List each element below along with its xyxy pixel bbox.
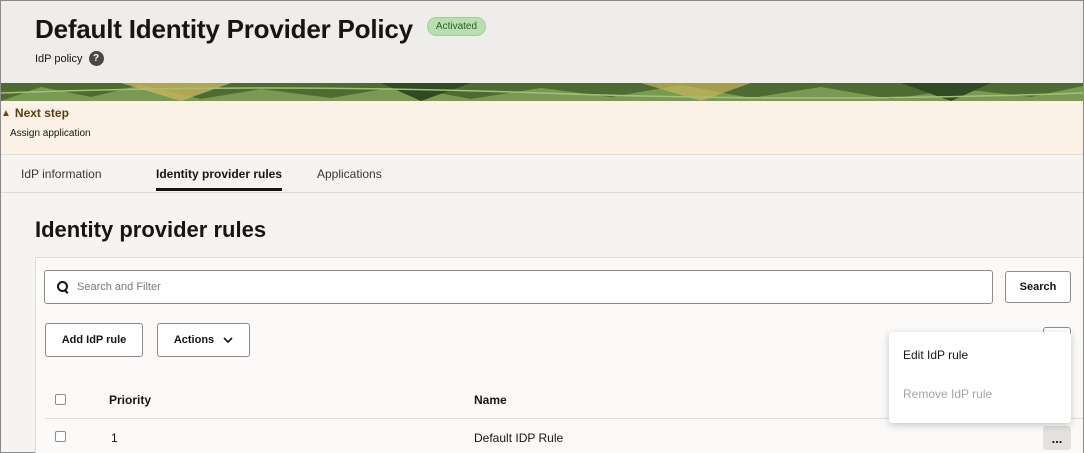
select-all-checkbox[interactable] <box>55 394 66 405</box>
row-actions-button[interactable]: ... <box>1043 426 1071 450</box>
row-name[interactable]: Default IDP Rule <box>474 431 563 445</box>
status-badge: Activated <box>426 17 487 36</box>
next-step-banner: ▲ Next step Assign application <box>1 101 1083 155</box>
tab-applications[interactable]: Applications <box>317 167 382 181</box>
column-header-priority: Priority <box>109 393 152 407</box>
row-checkbox[interactable] <box>55 431 66 442</box>
tab-identity-provider-rules[interactable]: Identity provider rules <box>156 167 283 191</box>
tab-bar: IdP information Identity provider rules … <box>1 155 1083 193</box>
warning-icon: ▲ <box>1 107 11 119</box>
section-title: Identity provider rules <box>35 217 267 242</box>
row-priority: 1 <box>111 431 118 445</box>
next-step-title: Next step <box>14 106 69 120</box>
menu-item-edit-idp-rule[interactable]: Edit IdP rule <box>903 348 968 362</box>
help-icon[interactable]: ? <box>88 51 104 66</box>
page-title: Default Identity Provider Policy <box>35 14 413 44</box>
search-placeholder: Search and Filter <box>77 281 161 293</box>
add-idp-rule-button[interactable]: Add IdP rule <box>45 323 143 357</box>
column-header-name: Name <box>474 393 507 407</box>
page-subtitle: IdP policy <box>35 52 83 65</box>
page-header: Default Identity Provider Policy Activat… <box>1 1 1083 83</box>
search-button[interactable]: Search <box>1005 271 1071 303</box>
row-context-menu: Edit IdP rule Remove IdP rule <box>889 332 1071 423</box>
search-input[interactable]: Search and Filter <box>44 270 993 304</box>
search-icon <box>57 281 69 293</box>
chevron-down-icon <box>223 337 233 343</box>
actions-label: Actions <box>173 334 215 346</box>
next-step-text: Assign application <box>10 128 91 139</box>
menu-item-remove-idp-rule: Remove IdP rule <box>903 387 993 401</box>
decorative-banner <box>1 83 1083 101</box>
actions-dropdown[interactable]: Actions <box>157 323 250 357</box>
tab-idp-information[interactable]: IdP information <box>21 167 102 181</box>
